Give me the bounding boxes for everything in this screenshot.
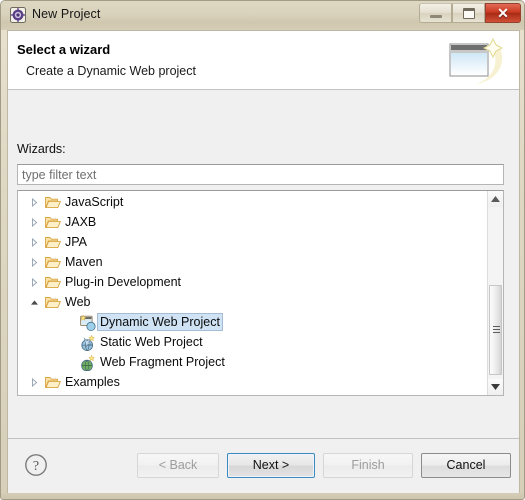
chevron-right-icon[interactable] [30, 218, 39, 227]
chevron-down-icon[interactable] [30, 298, 39, 307]
minimize-icon [430, 15, 442, 18]
maximize-icon [463, 8, 475, 19]
close-icon: ✕ [497, 5, 509, 21]
page-title: Select a wizard [17, 42, 111, 57]
scrollbar-thumb[interactable] [489, 285, 502, 375]
tree-item-javascript[interactable]: JavaScript [18, 192, 488, 212]
tree-item-label: JavaScript [65, 195, 124, 209]
tree-item-label: JAXB [65, 215, 97, 229]
tree-item-examples[interactable]: Examples [18, 372, 488, 392]
cancel-button[interactable]: Cancel [421, 453, 511, 478]
window-title: New Project [32, 7, 101, 21]
tree-item-jpa[interactable]: JPA [18, 232, 488, 252]
tree-item-label: Static Web Project [100, 335, 203, 349]
web-fragment-project-icon [80, 354, 96, 372]
tree-item-plug-in-development[interactable]: Plug-in Development [18, 272, 488, 292]
title-bar[interactable]: New Project ✕ [1, 1, 524, 30]
svg-text:?: ? [33, 459, 39, 474]
new-project-dialog-window: New Project ✕ Select a wizard Create a D… [0, 0, 525, 500]
maximize-button[interactable] [452, 3, 485, 23]
scroll-up-icon[interactable] [488, 191, 503, 207]
tree-item-label: Web Fragment Project [100, 355, 225, 369]
chevron-right-icon[interactable] [30, 378, 39, 387]
folder-icon [45, 195, 61, 210]
folder-icon [45, 255, 61, 270]
folder-icon [45, 215, 61, 230]
close-button[interactable]: ✕ [485, 3, 521, 23]
tree-item-label: Plug-in Development [65, 275, 182, 289]
wizards-label: Wizards: [17, 142, 66, 156]
wizard-tree-rows: JavaScript JAXB JPA Maven Plug-in Developmen… [18, 192, 488, 392]
chevron-right-icon[interactable] [30, 278, 39, 287]
tree-item-label: JPA [65, 235, 87, 249]
page-description: Create a Dynamic Web project [26, 64, 196, 78]
scrollbar-grip-icon [493, 326, 500, 333]
wizard-banner-icon [438, 34, 510, 88]
scroll-down-icon[interactable] [488, 379, 503, 395]
chevron-right-icon[interactable] [30, 238, 39, 247]
chevron-right-icon[interactable] [30, 198, 39, 207]
tree-item-label: Maven [65, 255, 103, 269]
static-web-project-icon [80, 334, 96, 352]
folder-icon [45, 235, 61, 250]
tree-item-web-fragment-project[interactable]: Web Fragment Project [18, 352, 488, 372]
folder-icon [45, 275, 61, 290]
wizard-banner: Select a wizard Create a Dynamic Web pro… [8, 31, 519, 90]
next-button[interactable]: Next > [227, 453, 315, 478]
filter-placeholder: type filter text [22, 168, 97, 182]
tree-item-label: Web [65, 295, 91, 309]
tree-scrollbar[interactable] [487, 191, 503, 395]
folder-icon [45, 375, 61, 390]
back-button[interactable]: < Back [137, 453, 219, 478]
dialog-client-area: Select a wizard Create a Dynamic Web pro… [7, 30, 520, 496]
minimize-button[interactable] [419, 3, 452, 23]
dialog-footer: ? < Back Next > Finish Cancel [8, 438, 519, 496]
chevron-right-icon[interactable] [30, 258, 39, 267]
tree-item-maven[interactable]: Maven [18, 252, 488, 272]
finish-button[interactable]: Finish [323, 453, 413, 478]
wizard-tree[interactable]: JavaScript JAXB JPA Maven Plug-in Developmen… [17, 190, 504, 396]
dynamic-web-project-icon [80, 314, 96, 331]
eclipse-new-project-icon [10, 7, 26, 23]
window-bottom-chrome [1, 493, 524, 499]
tree-item-web[interactable]: Web [18, 292, 488, 312]
help-icon[interactable]: ? [24, 453, 48, 477]
filter-input[interactable]: type filter text [17, 164, 504, 185]
tree-item-dynamic-web-project[interactable]: Dynamic Web Project [18, 312, 488, 332]
tree-item-static-web-project[interactable]: Static Web Project [18, 332, 488, 352]
folder-icon [45, 295, 61, 310]
tree-item-label: Dynamic Web Project [97, 313, 223, 331]
dialog-body: Wizards: type filter text JavaScript JAXB… [8, 90, 519, 437]
tree-item-label: Examples [65, 375, 120, 389]
tree-item-jaxb[interactable]: JAXB [18, 212, 488, 232]
